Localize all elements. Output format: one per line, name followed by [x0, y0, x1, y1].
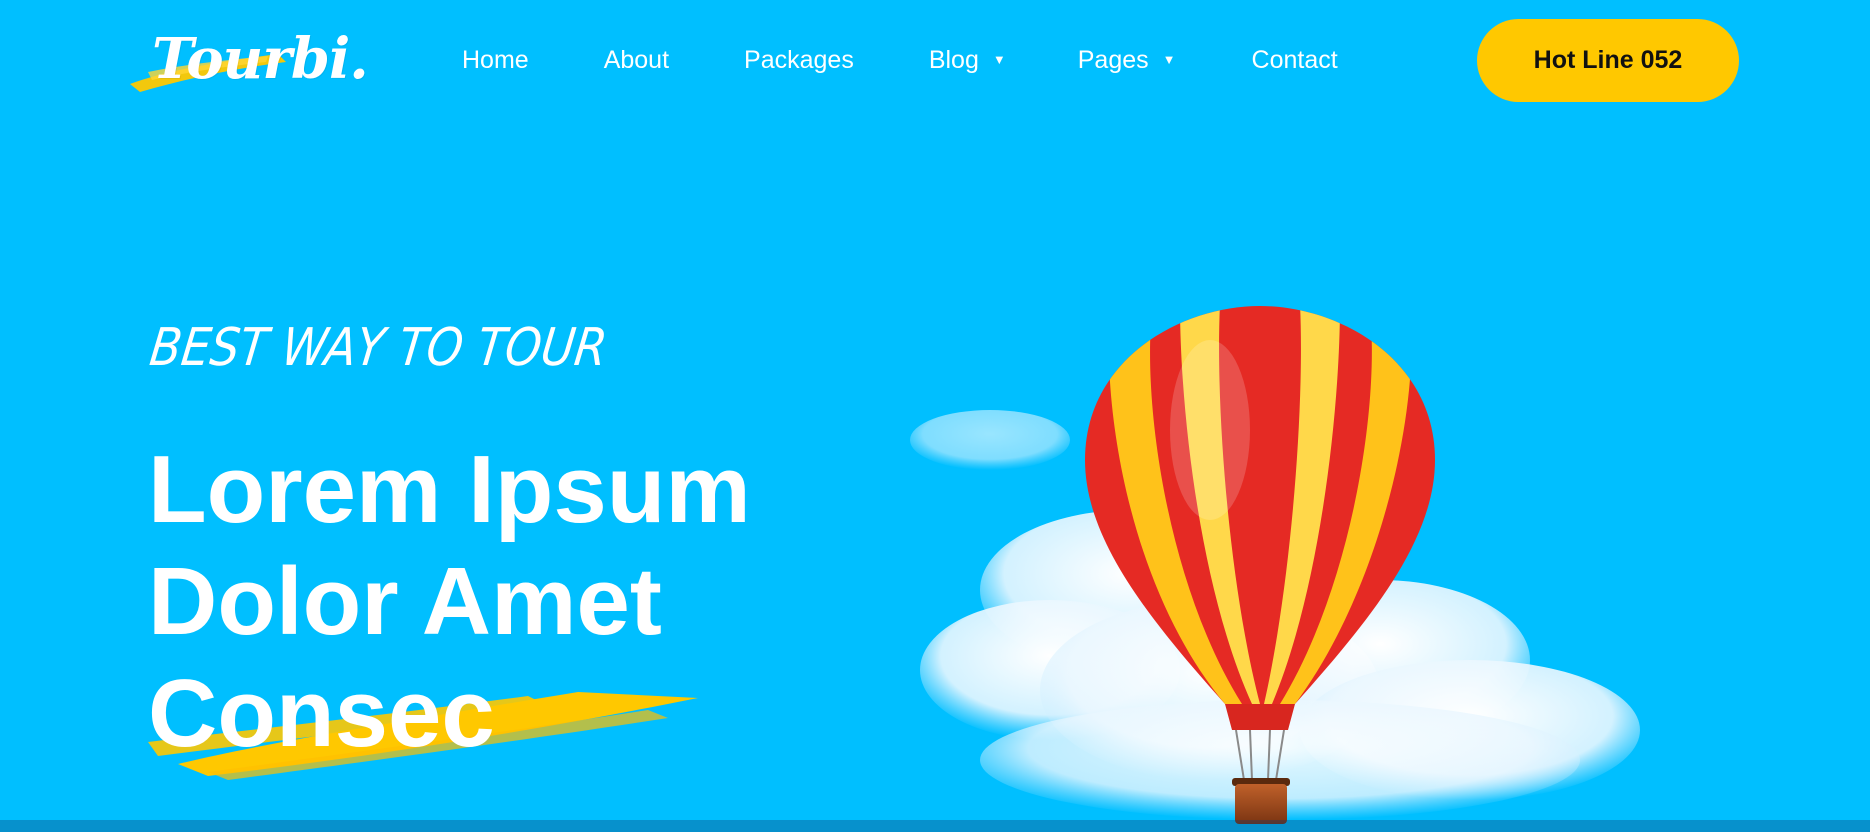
logo[interactable]: Tourbi.	[128, 22, 369, 92]
hotline-button[interactable]: Hot Line 052	[1477, 19, 1739, 102]
hot-air-balloon-illustration	[910, 306, 1640, 824]
nav-item-label: Contact	[1251, 45, 1338, 74]
nav-item-home[interactable]: Home	[462, 46, 529, 75]
nav-item-about[interactable]: About	[604, 46, 669, 75]
nav-item-pages[interactable]: Pages ▼	[1078, 46, 1176, 75]
headline-line: Consec	[148, 660, 495, 767]
balloon-skirt	[1225, 704, 1295, 730]
caret-down-icon: ▼	[1162, 51, 1176, 67]
nav-item-packages[interactable]: Packages	[744, 46, 854, 75]
logo-text: Tourbi.	[152, 26, 369, 92]
bottom-strip	[0, 820, 1870, 832]
balloon-basket	[1235, 784, 1287, 824]
headline-line: Lorem Ipsum	[148, 436, 751, 543]
nav-item-label: About	[603, 45, 670, 74]
nav-item-label: Home	[462, 45, 529, 74]
main-nav: Home About Packages Blog ▼ Pages ▼ Conta…	[462, 40, 1338, 80]
nav-item-contact[interactable]: Contact	[1252, 46, 1338, 75]
nav-item-label: Packages	[744, 45, 854, 74]
nav-item-label: Blog	[928, 45, 979, 74]
caret-down-icon: ▼	[992, 51, 1006, 67]
hero-headline: Lorem Ipsum Dolor Amet Consec	[148, 434, 751, 770]
nav-item-blog[interactable]: Blog ▼	[929, 46, 1006, 75]
nav-item-label: Pages	[1077, 45, 1149, 74]
site-header: Tourbi. Home About Packages Blog ▼ Pages…	[0, 0, 1870, 120]
hero-tagline: BEST WAY TO TOUR	[146, 318, 611, 378]
headline-line: Dolor Amet	[148, 548, 662, 655]
